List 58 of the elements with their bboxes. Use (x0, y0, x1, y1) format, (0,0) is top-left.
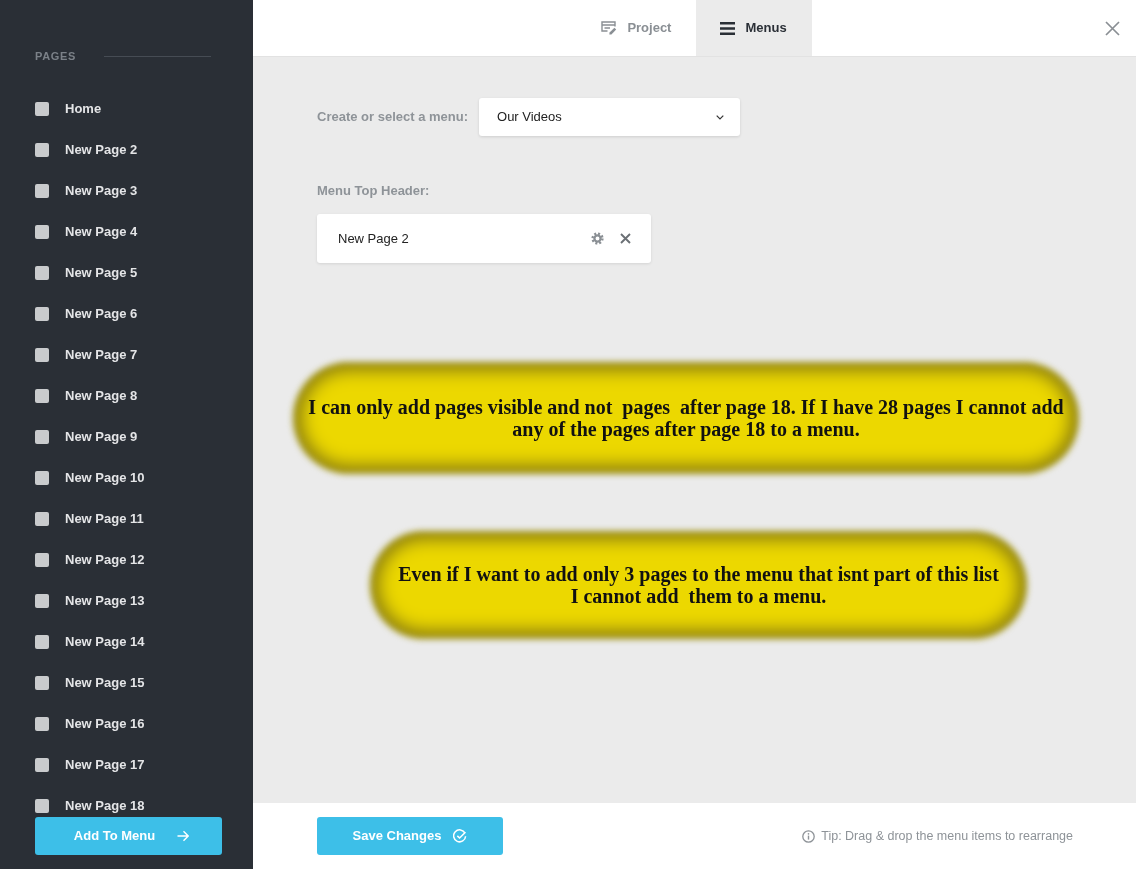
page-label: New Page 16 (65, 714, 145, 733)
page-label: New Page 2 (65, 140, 138, 159)
page-label: Home (65, 99, 102, 118)
checkbox[interactable] (35, 757, 49, 772)
page-label: New Page 3 (65, 181, 138, 200)
field-label: Create or select a menu: (317, 108, 468, 127)
tip-text: Tip: Drag & drop the menu items to rearrange (821, 827, 1073, 845)
section-label: Menu Top Header: (317, 183, 430, 199)
gear-icon (591, 232, 604, 245)
menu-icon (720, 21, 736, 35)
page-label: New Page 8 (65, 386, 138, 405)
page-label: New Page 6 (65, 304, 138, 323)
checkbox[interactable] (35, 511, 49, 526)
checkbox[interactable] (35, 552, 49, 567)
checkbox[interactable] (35, 716, 49, 731)
checkbox[interactable] (35, 634, 49, 649)
close-button[interactable] (1104, 20, 1120, 36)
chevron-down-icon (716, 114, 724, 120)
checkbox[interactable] (35, 429, 49, 444)
info-icon (802, 829, 816, 843)
page-label: New Page 5 (65, 263, 138, 282)
page-label: New Page 7 (65, 345, 138, 364)
edit-icon (601, 21, 618, 35)
page-label: New Page 18 (65, 796, 145, 815)
remove-button[interactable] (620, 233, 631, 244)
menu-item-label: New Page 2 (338, 229, 410, 248)
page-label: New Page 15 (65, 673, 145, 692)
checkbox[interactable] (35, 224, 49, 239)
annotation-note: I can only add pages visible and not pages after page 18. If I have 28 pages I cannot add any of the pages after page 18 to a menu. (307, 396, 1065, 440)
page-label: New Page 17 (65, 755, 145, 774)
page-label: New Page 11 (65, 509, 144, 528)
circle-check-icon (453, 829, 468, 843)
checkbox[interactable] (35, 798, 49, 813)
checkbox[interactable] (35, 388, 49, 403)
annotation-note: Even if I want to add only 3 pages to the menu that isnt part of this list I cannot add them to a menu. (397, 563, 1000, 607)
checkbox[interactable] (35, 183, 49, 198)
arrow-right-icon (177, 830, 190, 842)
close-icon (620, 233, 631, 244)
checkbox[interactable] (35, 265, 49, 280)
page-label: New Page 9 (65, 427, 138, 446)
tab[interactable]: Menus (696, 0, 812, 56)
checkbox[interactable] (35, 347, 49, 362)
page-label: New Page 4 (65, 222, 138, 241)
menu-select[interactable]: Our Videos (479, 98, 740, 136)
checkbox[interactable] (35, 675, 49, 690)
menu-item-card[interactable]: New Page 2 (317, 214, 651, 263)
page-label: New Page 13 (65, 591, 145, 610)
settings-button[interactable] (591, 232, 604, 245)
checkbox[interactable] (35, 142, 49, 157)
checkbox[interactable] (35, 306, 49, 321)
checkbox[interactable] (35, 101, 49, 116)
checkbox[interactable] (35, 470, 49, 485)
page-label: New Page 14 (65, 632, 145, 651)
page-label: New Page 12 (65, 550, 145, 569)
checkbox[interactable] (35, 593, 49, 608)
page-label: New Page 10 (65, 468, 145, 487)
close-icon (1104, 20, 1120, 36)
section-heading: PAGES (35, 49, 76, 63)
